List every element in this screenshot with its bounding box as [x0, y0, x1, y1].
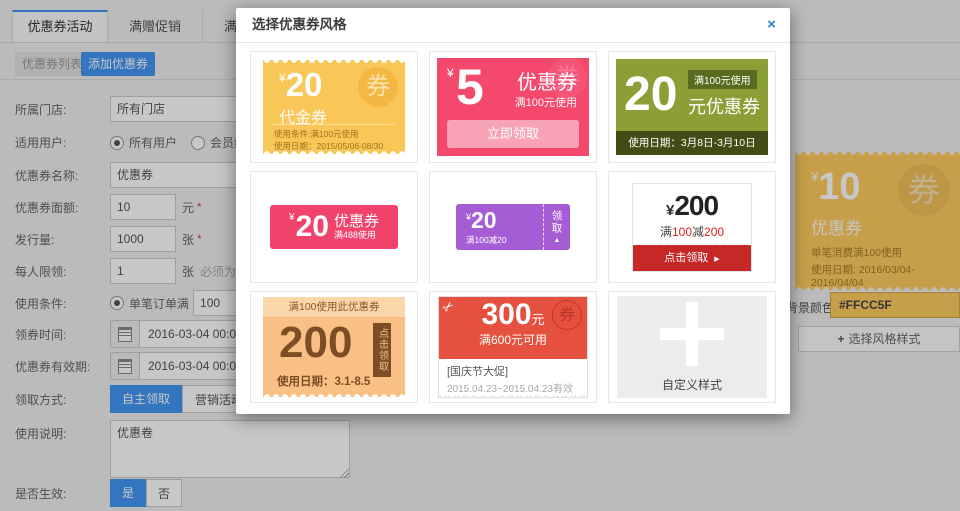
- coupon-name: 元优惠券: [688, 93, 760, 119]
- coupon-title: [国庆节大促]: [447, 363, 587, 379]
- app-window: 优惠券活动 满赠促销 满减促销 排 优惠券列表 添加优惠券 所属门店: 所有门店…: [0, 0, 960, 511]
- coupon-condition: 满100使用此优惠券: [263, 297, 405, 317]
- coupon-amount: 20: [296, 210, 329, 244]
- coupon-style-option-8[interactable]: ✂ 券 300元 满600元可用 [国庆节大促] 2015.04.23~2015…: [429, 291, 597, 403]
- coupon-style-option-2[interactable]: ¥ 5 优惠券 满100元使用 券 立即领取: [429, 51, 597, 163]
- claim-tab[interactable]: 领取 ▲: [543, 204, 570, 250]
- currency-symbol: ¥: [447, 66, 454, 80]
- coupon-style-grid: ¥20 代金券 使用条件:满100元使用 使用日期：2015/05/06-08/…: [236, 43, 790, 411]
- scallop-edge: [263, 56, 405, 64]
- click-claim-button[interactable]: 点击领取▶: [633, 245, 751, 271]
- coupon-name: 优惠券: [334, 214, 379, 230]
- click-claim-vertical-button[interactable]: 点击领取: [373, 323, 391, 377]
- coupon-date: 使用日期：3月8日-3月10日: [616, 131, 768, 155]
- claim-now-button[interactable]: 立即领取: [447, 120, 579, 148]
- divider: [273, 124, 395, 125]
- coupon-style-option-6[interactable]: ¥200 满100减200 点击领取▶: [608, 171, 776, 283]
- coupon-amount: 300: [481, 298, 531, 331]
- coupon-date: 使用日期：2015/05/06-08/30: [274, 140, 383, 152]
- coupon-condition: 满600元可用: [439, 333, 587, 347]
- coupon-condition: 使用条件:满100元使用: [274, 128, 359, 140]
- coupon-amount: 5: [456, 58, 484, 116]
- coupon-date: 使用日期：3.1-8.5: [277, 373, 370, 389]
- coupon-amount: 200: [674, 190, 718, 221]
- arrow-right-icon: ▶: [714, 256, 719, 263]
- scallop-edge: [263, 393, 405, 401]
- arrow-up-icon: ▲: [554, 237, 561, 244]
- currency-symbol: ¥: [279, 71, 286, 85]
- plus-icon: [660, 302, 724, 366]
- coupon-badge-icon: 券: [552, 300, 582, 330]
- coupon-style-modal: 选择优惠券风格 × ¥20 代金券 使用条件:满100元使用 使用日期：2015…: [236, 8, 790, 414]
- coupon-condition: 满100减20: [466, 234, 543, 246]
- coupon-style-option-custom[interactable]: 自定义样式: [608, 291, 776, 403]
- scallop-edge: [633, 243, 751, 247]
- currency-symbol: ¥: [289, 212, 295, 223]
- coupon-badge-icon: 券: [547, 58, 587, 98]
- coupon-date: 2015.04.23~2015.04.23有效: [447, 380, 587, 395]
- wave-edge: [439, 395, 587, 400]
- coupon-amount: 20: [286, 66, 323, 103]
- coupon-style-option-4[interactable]: ¥ 20 优惠券 满488使用: [250, 171, 418, 283]
- modal-header: 选择优惠券风格 ×: [236, 8, 790, 43]
- coupon-condition: 满100减200: [633, 223, 751, 240]
- coupon-style-option-1[interactable]: ¥20 代金券 使用条件:满100元使用 使用日期：2015/05/06-08/…: [250, 51, 418, 163]
- close-icon[interactable]: ×: [767, 8, 776, 42]
- coupon-style-option-5[interactable]: ¥20 满100减20 领取 ▲: [429, 171, 597, 283]
- custom-style-label: 自定义样式: [662, 376, 722, 393]
- coupon-badge-icon: 券: [358, 67, 398, 107]
- amount-unit: 元: [532, 312, 545, 327]
- condition-badge: 满100元使用: [688, 70, 757, 89]
- coupon-condition: 满488使用: [334, 230, 379, 241]
- coupon-amount: 200: [279, 319, 352, 367]
- coupon-style-option-3[interactable]: 20 满100元使用 元优惠券 使用日期：3月8日-3月10日: [608, 51, 776, 163]
- modal-title: 选择优惠券风格: [252, 8, 347, 42]
- coupon-amount: 20: [471, 207, 497, 233]
- coupon-style-option-7[interactable]: 满100使用此优惠券 200 点击领取 使用日期：3.1-8.5: [250, 291, 418, 403]
- coupon-amount: 20: [624, 61, 677, 129]
